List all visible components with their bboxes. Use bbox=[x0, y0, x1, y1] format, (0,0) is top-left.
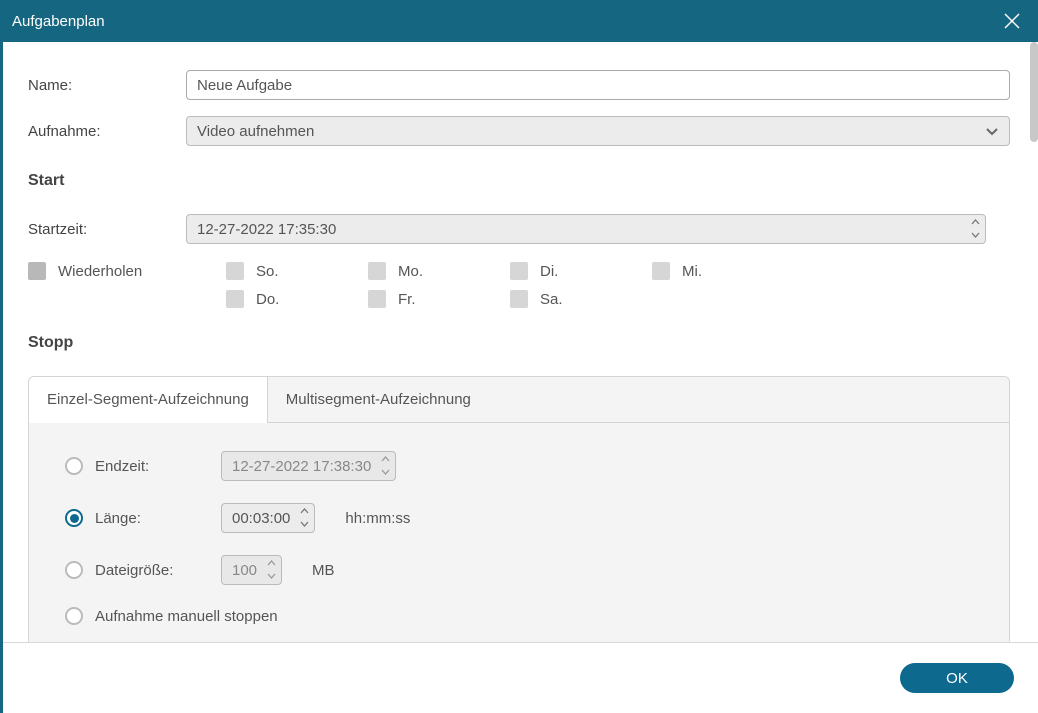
day-sa: Sa. bbox=[510, 290, 652, 308]
dateigroesse-label: Dateigröße: bbox=[95, 562, 173, 579]
scrollbar-track[interactable] bbox=[1030, 42, 1038, 642]
day-do: Do. bbox=[226, 290, 368, 308]
aufnahme-row: Aufnahme: Video aufnehmen bbox=[28, 116, 1010, 146]
dateigroesse-value: 100 bbox=[232, 562, 257, 579]
day-fr-label: Fr. bbox=[398, 291, 416, 308]
close-button[interactable] bbox=[1001, 10, 1023, 32]
startzeit-label: Startzeit: bbox=[28, 221, 186, 238]
tab-multi[interactable]: Multisegment-Aufzeichnung bbox=[268, 377, 489, 423]
startzeit-input[interactable]: 12-27-2022 17:35:30 bbox=[186, 214, 986, 244]
ok-button[interactable]: OK bbox=[900, 663, 1014, 693]
manuell-row: Aufnahme manuell stoppen bbox=[65, 607, 973, 625]
laenge-up[interactable] bbox=[297, 505, 311, 517]
manuell-label: Aufnahme manuell stoppen bbox=[95, 608, 278, 625]
day-mo-label: Mo. bbox=[398, 263, 423, 280]
day-mo: Mo. bbox=[368, 262, 510, 280]
tab-content: Endzeit: 12-27-2022 17:38:30 bbox=[29, 423, 1009, 645]
stopp-tabs: Einzel-Segment-Aufzeichnung Multisegment… bbox=[28, 376, 1010, 646]
day-do-checkbox[interactable] bbox=[226, 290, 244, 308]
laenge-down[interactable] bbox=[297, 518, 311, 530]
chevron-down-icon bbox=[985, 124, 999, 138]
laenge-value: 00:03:00 bbox=[232, 510, 290, 527]
day-mi-label: Mi. bbox=[682, 263, 702, 280]
day-grid: So. Mo. Di. Mi. Do. Fr. bbox=[226, 262, 794, 308]
scrollbar-thumb[interactable] bbox=[1030, 42, 1038, 142]
laenge-radio[interactable] bbox=[65, 509, 83, 527]
aufnahme-label: Aufnahme: bbox=[28, 123, 186, 140]
day-mi-checkbox[interactable] bbox=[652, 262, 670, 280]
day-so-checkbox[interactable] bbox=[226, 262, 244, 280]
stopp-heading: Stopp bbox=[28, 334, 1010, 352]
tab-einzel[interactable]: Einzel-Segment-Aufzeichnung bbox=[29, 377, 268, 423]
laenge-unit: hh:mm:ss bbox=[345, 510, 410, 527]
startzeit-down[interactable] bbox=[968, 229, 982, 241]
endzeit-down[interactable] bbox=[378, 466, 392, 478]
dateigroesse-row: Dateigröße: 100 MB bbox=[65, 555, 973, 585]
name-row: Name: bbox=[28, 70, 1010, 100]
dateigroesse-up[interactable] bbox=[264, 557, 278, 569]
aufnahme-value: Video aufnehmen bbox=[197, 123, 314, 140]
day-mi: Mi. bbox=[652, 262, 794, 280]
dialog-content: Name: Aufnahme: Video aufnehmen Start St… bbox=[0, 42, 1038, 642]
start-heading: Start bbox=[28, 172, 1010, 190]
dateigroesse-down[interactable] bbox=[264, 570, 278, 582]
day-di: Di. bbox=[510, 262, 652, 280]
day-so: So. bbox=[226, 262, 368, 280]
endzeit-row: Endzeit: 12-27-2022 17:38:30 bbox=[65, 451, 973, 481]
dialog-footer: OK bbox=[3, 642, 1038, 713]
chevron-down-icon bbox=[971, 232, 980, 238]
chevron-down-icon bbox=[300, 521, 309, 527]
chevron-down-icon bbox=[267, 573, 276, 579]
day-di-checkbox[interactable] bbox=[510, 262, 528, 280]
day-fr-checkbox[interactable] bbox=[368, 290, 386, 308]
repeat-row: Wiederholen So. Mo. Di. Mi. Do. bbox=[28, 262, 1010, 308]
close-icon bbox=[1003, 12, 1021, 30]
endzeit-label: Endzeit: bbox=[95, 458, 149, 475]
day-so-label: So. bbox=[256, 263, 279, 280]
manuell-radio[interactable] bbox=[65, 607, 83, 625]
startzeit-row: Startzeit: 12-27-2022 17:35:30 bbox=[28, 214, 1010, 244]
endzeit-radio[interactable] bbox=[65, 457, 83, 475]
repeat-checkbox[interactable] bbox=[28, 262, 46, 280]
chevron-up-icon bbox=[300, 508, 309, 514]
tabs-header: Einzel-Segment-Aufzeichnung Multisegment… bbox=[29, 377, 1009, 423]
endzeit-up[interactable] bbox=[378, 453, 392, 465]
chevron-down-icon bbox=[381, 469, 390, 475]
day-di-label: Di. bbox=[540, 263, 558, 280]
day-sa-label: Sa. bbox=[540, 291, 563, 308]
titlebar: Aufgabenplan bbox=[0, 0, 1038, 42]
endzeit-input[interactable]: 12-27-2022 17:38:30 bbox=[221, 451, 396, 481]
day-sa-checkbox[interactable] bbox=[510, 290, 528, 308]
name-input[interactable] bbox=[186, 70, 1010, 100]
endzeit-value: 12-27-2022 17:38:30 bbox=[232, 458, 371, 475]
repeat-label: Wiederholen bbox=[58, 263, 142, 280]
dateigroesse-radio[interactable] bbox=[65, 561, 83, 579]
chevron-up-icon bbox=[381, 456, 390, 462]
chevron-up-icon bbox=[267, 560, 276, 566]
startzeit-value: 12-27-2022 17:35:30 bbox=[197, 221, 336, 238]
day-mo-checkbox[interactable] bbox=[368, 262, 386, 280]
tab-spacer bbox=[489, 377, 1009, 423]
titlebar-title: Aufgabenplan bbox=[12, 13, 105, 30]
laenge-label: Länge: bbox=[95, 510, 141, 527]
startzeit-up[interactable] bbox=[968, 216, 982, 228]
name-label: Name: bbox=[28, 77, 186, 94]
laenge-row: Länge: 00:03:00 hh:mm:ss bbox=[65, 503, 973, 533]
day-fr: Fr. bbox=[368, 290, 510, 308]
dateigroesse-unit: MB bbox=[312, 562, 335, 579]
day-do-label: Do. bbox=[256, 291, 279, 308]
chevron-up-icon bbox=[971, 219, 980, 225]
repeat-checkbox-item: Wiederholen bbox=[28, 262, 226, 280]
aufnahme-select[interactable]: Video aufnehmen bbox=[186, 116, 1010, 146]
